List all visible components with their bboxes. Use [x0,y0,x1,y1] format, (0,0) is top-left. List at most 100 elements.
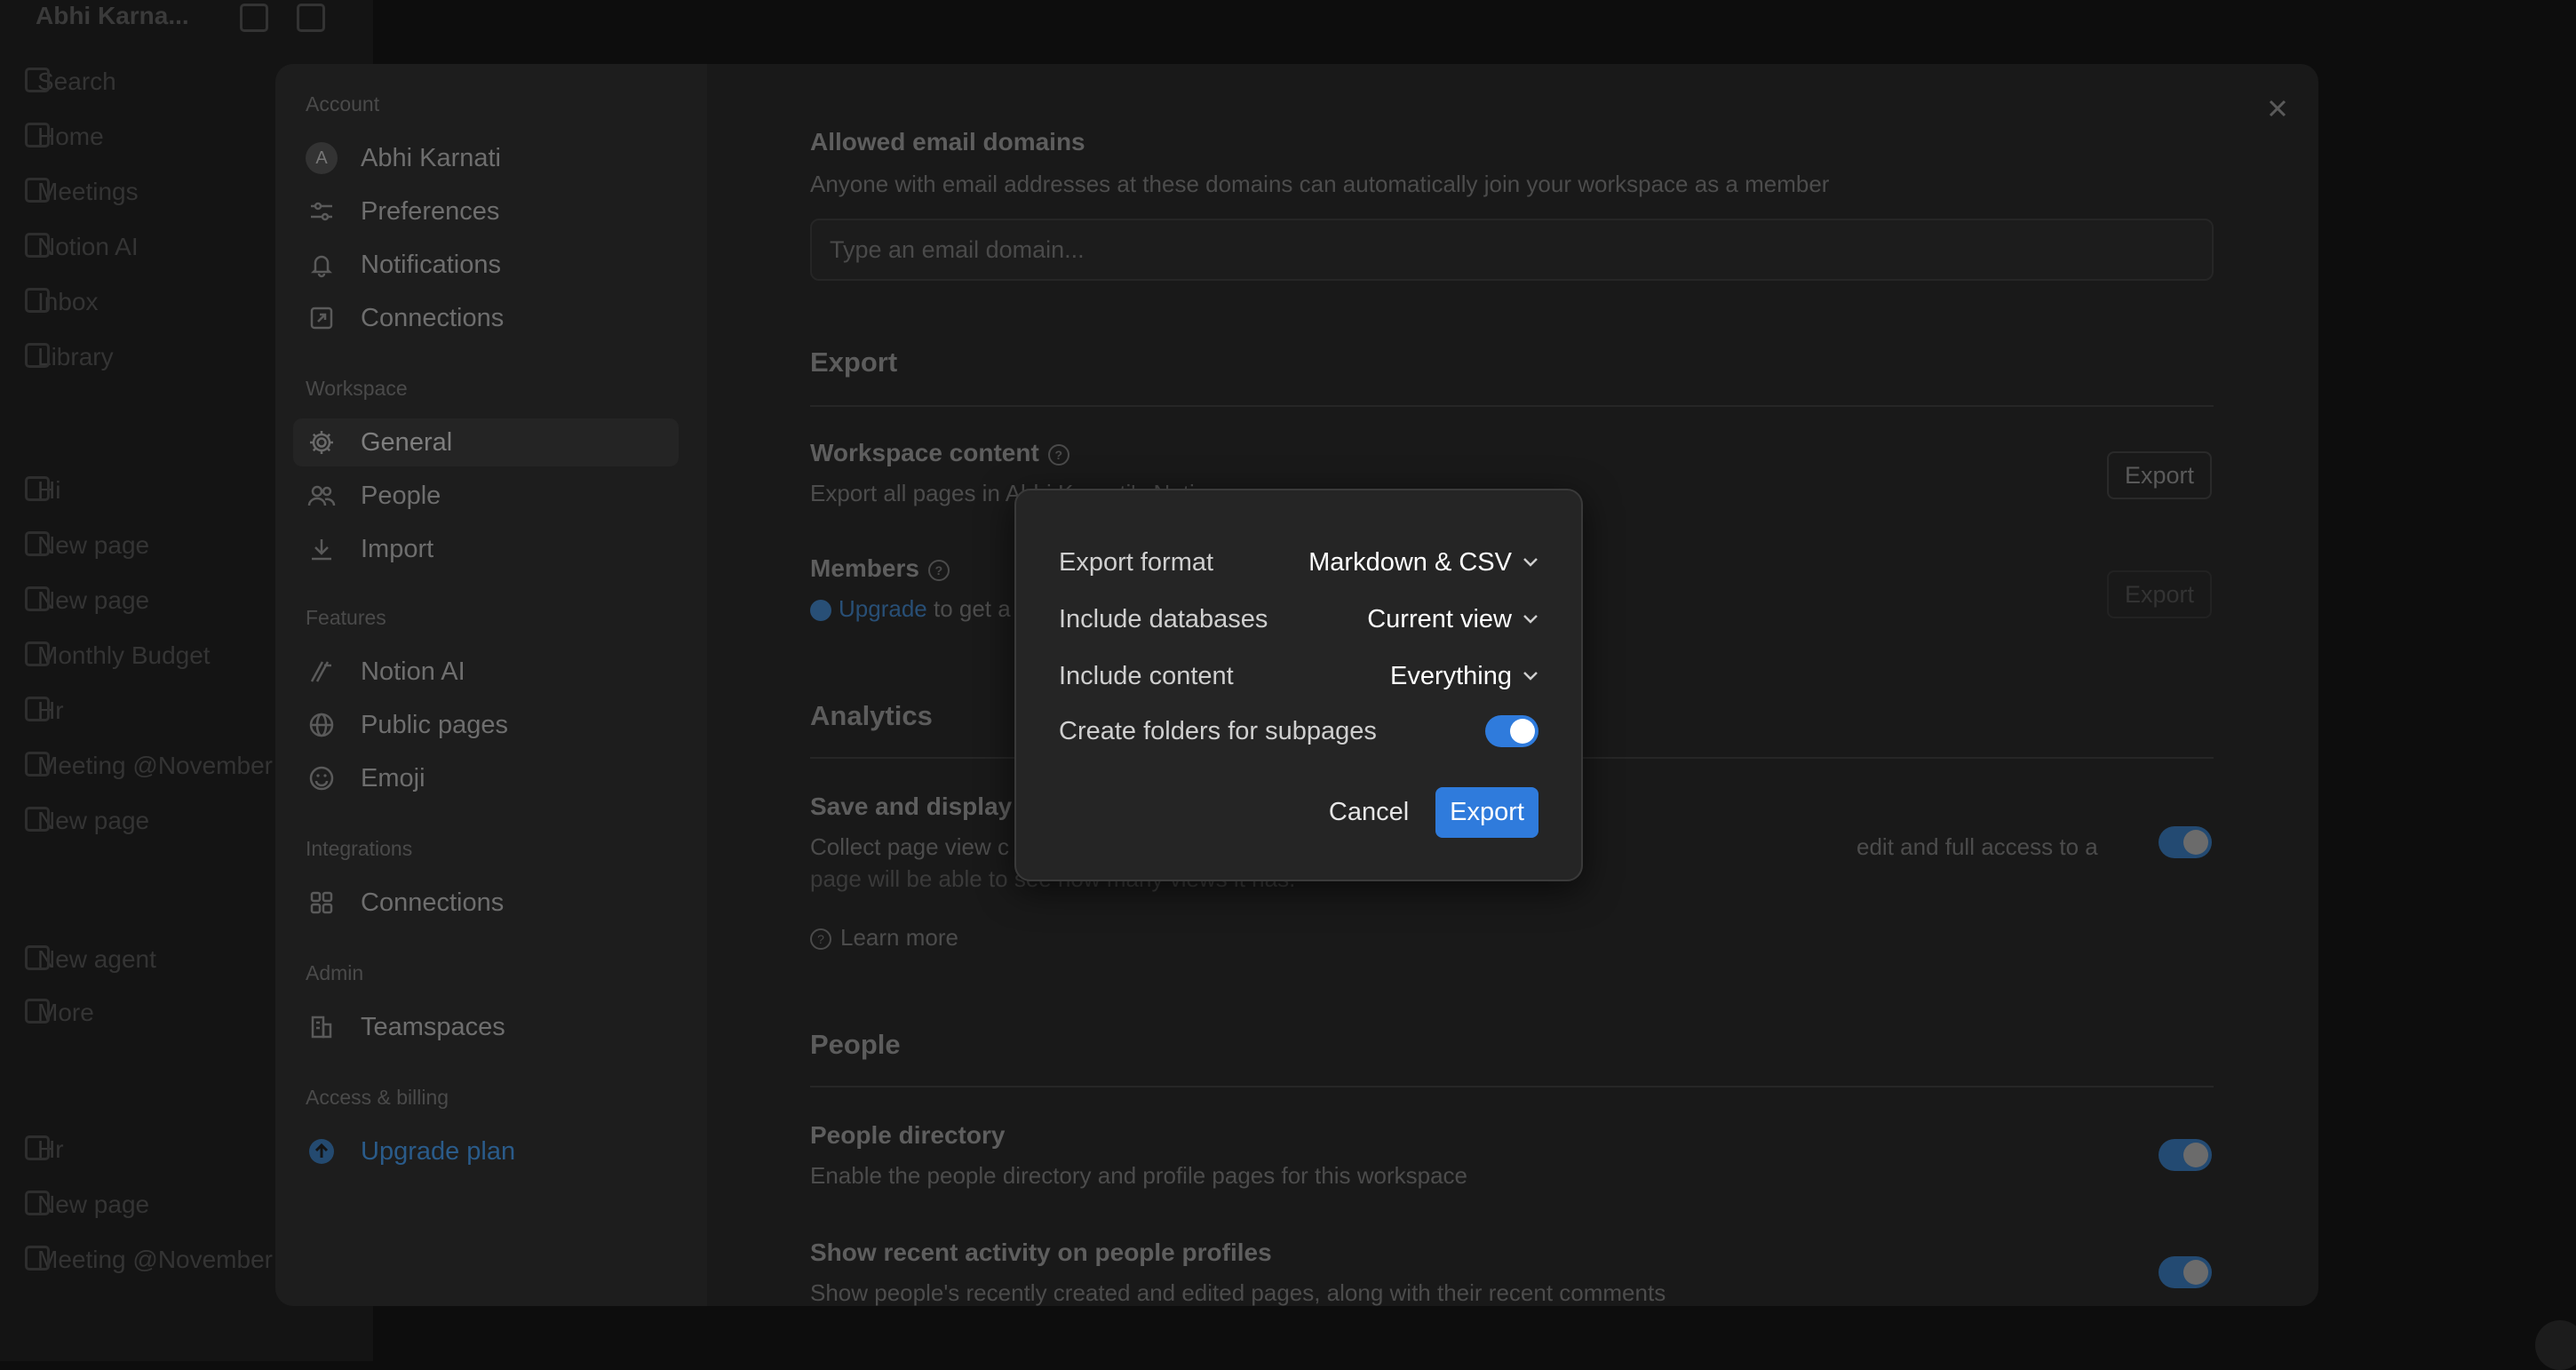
nav-meetings[interactable]: Meetings [25,178,139,206]
workspace-content-title: Workspace content? [810,439,1069,467]
dialog-actions: Cancel Export [1316,787,1538,838]
create-folders-toggle[interactable] [1485,715,1538,747]
export-format-select[interactable]: Markdown & CSV [1308,548,1538,577]
nav-notifications[interactable]: Notifications [306,241,688,289]
nav-preferences[interactable]: Preferences [306,187,688,235]
include-databases-select[interactable]: Current view [1367,605,1538,634]
page-item[interactable]: New page [25,586,149,615]
allowed-domains-desc: Anyone with email addresses at these dom… [810,171,1830,197]
include-databases-label: Include databases [1059,604,1268,633]
nav-label: General [361,427,453,457]
nav-general[interactable]: General [293,418,679,466]
sidebar-toggle-icon[interactable] [240,4,268,32]
nav-emoji[interactable]: Emoji [306,754,688,802]
page-icon [25,807,50,832]
nav-upgrade-plan[interactable]: Upgrade plan [306,1127,688,1175]
agent-item[interactable]: New agent [25,945,156,974]
include-content-select[interactable]: Everything [1390,662,1538,691]
sliders-icon [306,195,338,227]
library-icon [25,343,50,368]
include-databases-row: Include databases Current view [1059,597,1538,641]
people-directory-title: People directory [810,1121,1006,1149]
nav-library[interactable]: Library [25,343,114,371]
export-button[interactable]: Export [1435,787,1538,838]
page-icon [25,1246,50,1270]
workspace-name[interactable]: Abhi Karna... [36,2,189,30]
divider [810,1086,2214,1087]
upgrade-badge-icon [810,600,831,622]
nav-public-pages[interactable]: Public pages [306,701,688,749]
page-icon [25,752,50,777]
inbox-icon [25,288,50,313]
email-domain-input[interactable]: Type an email domain... [810,219,2214,281]
nav-label: Import [361,534,434,563]
page-item[interactable]: New page [25,807,149,835]
nav-inbox[interactable]: Inbox [25,288,99,316]
nav-search[interactable]: Search [25,68,116,96]
nav-account-profile[interactable]: A Abhi Karnati [306,134,688,182]
upgrade-link[interactable]: Upgrade [839,595,927,622]
page-item[interactable]: New page [25,531,149,560]
nav-label: Preferences [361,196,500,226]
export-format-label: Export format [1059,547,1214,577]
recent-activity-toggle[interactable] [2159,1256,2212,1288]
home-icon [25,123,50,147]
nav-people[interactable]: People [306,472,688,520]
chevron-down-icon [1523,558,1538,567]
save-display-desc-end: edit and full access to a [1856,833,2098,860]
section-billing: Access & billing [306,1086,449,1109]
page-icon [25,531,50,556]
save-display-title: Save and display [810,793,1013,820]
people-heading: People [810,1029,901,1060]
search-icon [25,68,50,92]
nav-label: Notion AI [361,657,465,686]
people-directory-toggle[interactable] [2159,1139,2212,1171]
nav-label: Teamspaces [361,1012,505,1041]
nav-connections[interactable]: Connections [306,294,688,342]
page-item[interactable]: Meeting @November [25,752,273,780]
include-content-row: Include content Everything [1059,654,1538,698]
people-directory-desc: Enable the people directory and profile … [810,1162,1467,1189]
new-page-icon[interactable] [297,4,325,32]
nav-teamspaces[interactable]: Teamspaces [306,1003,688,1051]
learn-more-link[interactable]: ? Learn more [810,924,958,952]
create-folders-label: Create folders for subpages [1059,716,1377,745]
help-button[interactable] [2535,1320,2576,1370]
page-views-toggle[interactable] [2159,826,2212,858]
page-item[interactable]: Hi [25,476,60,505]
meetings-icon [25,178,50,203]
private-page-item[interactable]: Hr [25,1135,64,1164]
nav-label: Abhi Karnati [361,143,501,172]
agent-item[interactable]: More [25,999,94,1027]
export-workspace-button[interactable]: Export [2106,451,2212,499]
nav-import[interactable]: Import [306,525,688,573]
building-icon [306,1011,338,1043]
cancel-button[interactable]: Cancel [1316,787,1421,838]
section-account: Account [306,92,380,115]
private-page-item[interactable]: New page [25,1191,149,1219]
nav-label: Upgrade plan [361,1136,516,1166]
private-page-item[interactable]: Meeting @November [25,1246,273,1274]
allowed-domains-title: Allowed email domains [810,128,1085,155]
nav-home[interactable]: Home [25,123,104,151]
nav-label: Notifications [361,250,501,279]
avatar: A [306,142,338,174]
nav-integrations-connections[interactable]: Connections [306,879,688,927]
page-item[interactable]: Monthly Budget [25,641,211,670]
notion-ai-icon [306,656,338,688]
section-features: Features [306,606,386,629]
export-dialog: Export format Markdown & CSV Include dat… [1014,489,1583,881]
include-content-label: Include content [1059,661,1234,690]
nav-notion-ai[interactable]: Notion AI [25,233,139,261]
nav-notion-ai[interactable]: Notion AI [306,648,688,696]
members-title: Members? [810,554,950,583]
page-item[interactable]: Hr [25,697,64,725]
grid-icon [306,887,338,919]
help-icon[interactable]: ? [1047,443,1069,466]
close-icon[interactable] [2260,91,2295,126]
help-icon[interactable]: ? [927,559,950,581]
export-members-button[interactable]: Export [2106,570,2212,618]
analytics-heading: Analytics [810,700,933,731]
include-content-value: Everything [1389,661,1512,690]
bell-icon [306,249,338,281]
